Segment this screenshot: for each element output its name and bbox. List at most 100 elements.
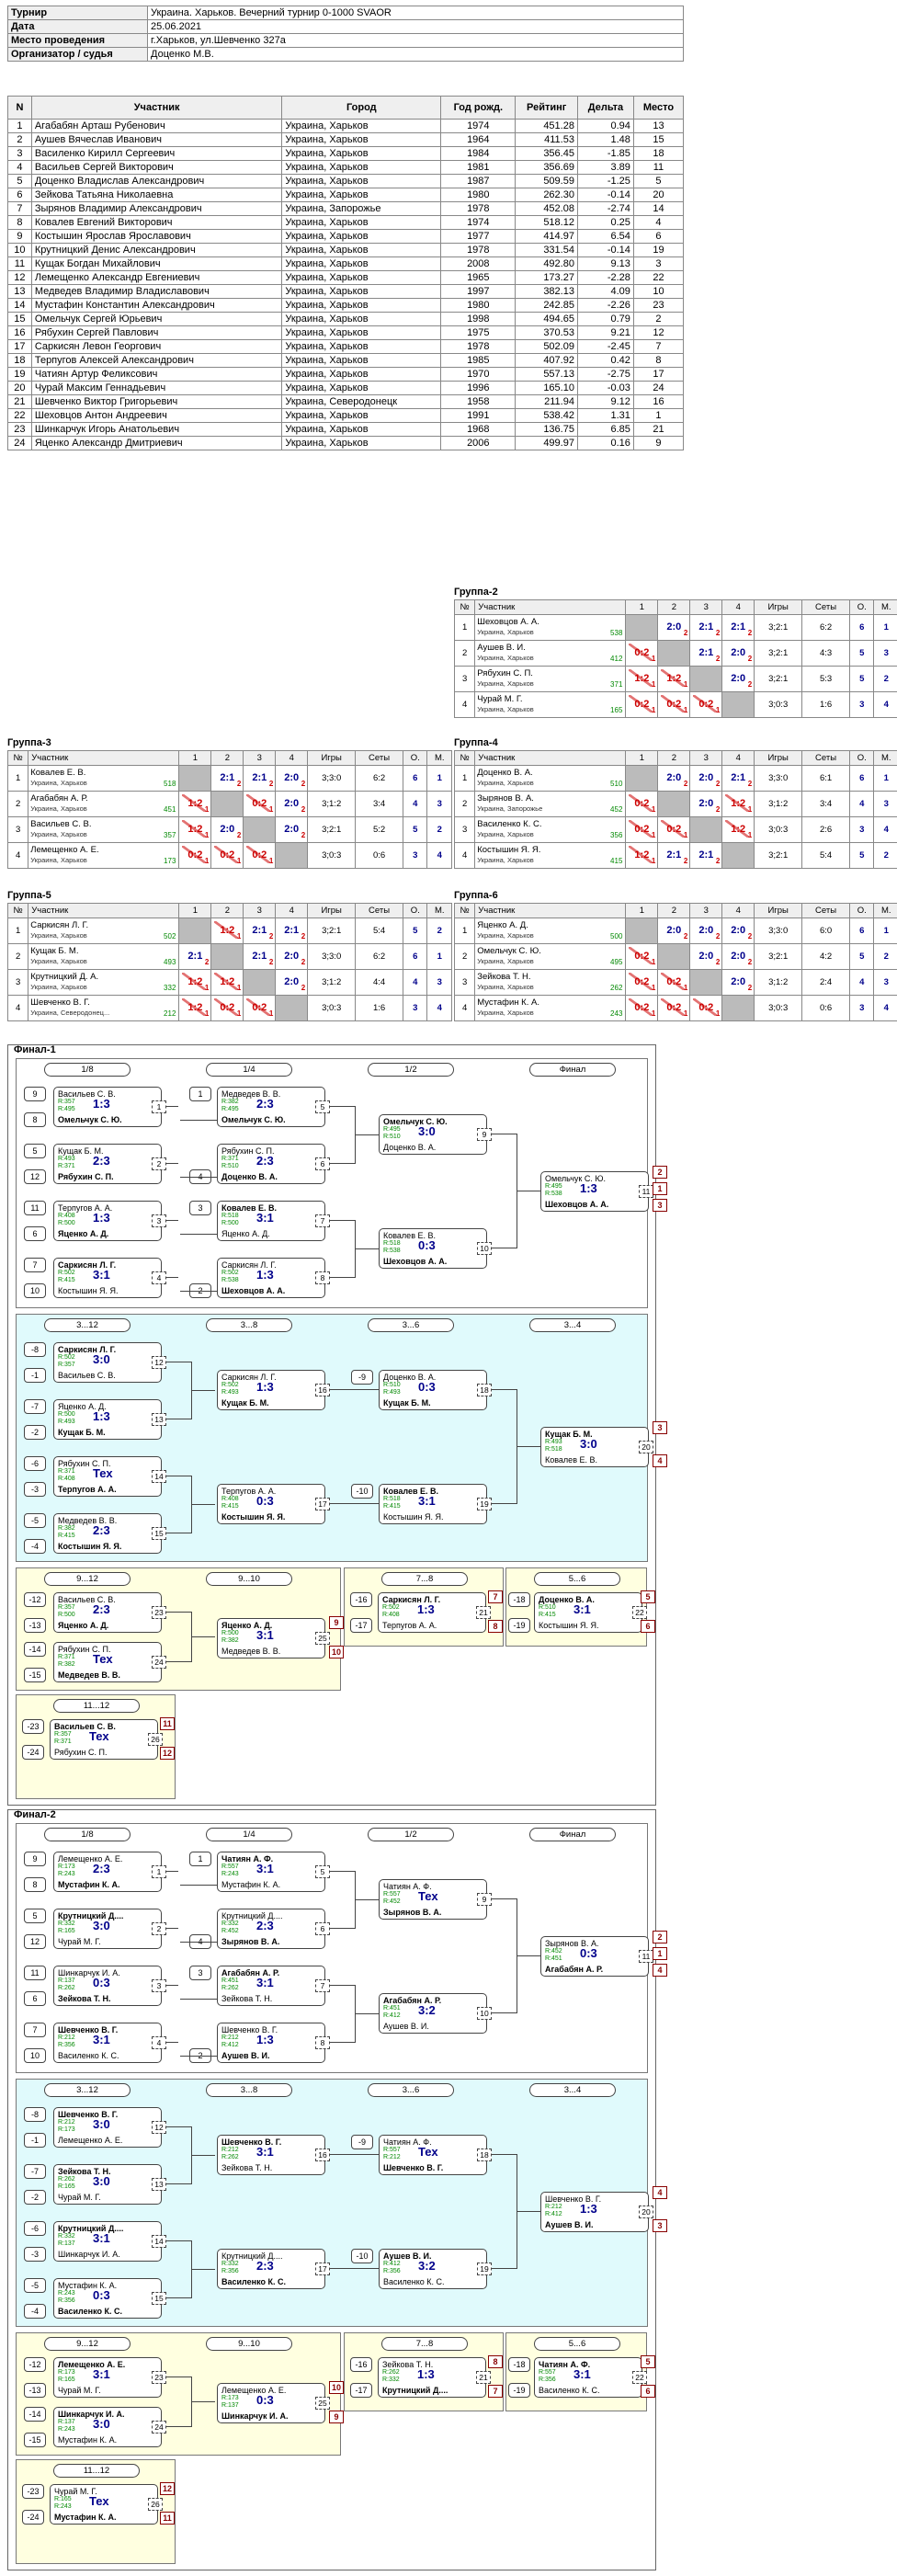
group-points: 1 [236, 984, 242, 992]
seed-box: 3 [189, 1201, 211, 1215]
match-score: 0:3 [93, 2288, 110, 2302]
group-result-cell: 1:21 [178, 791, 212, 817]
group-player-name: Кущак Б. М. [30, 946, 79, 956]
group-points: 1 [204, 1009, 210, 1018]
match-score: 3:0 [93, 1919, 110, 1932]
player-cell: Рябухин Сергей Павлович [30, 325, 283, 340]
group-result-cell: 2:0 2 [275, 943, 309, 970]
player-cell: 1965 [440, 270, 517, 285]
match-box: Чурай М. Г. R:165 R:243 Тех Мустафин К. А. 26 [50, 2484, 163, 2525]
player-cell: 2 [7, 132, 32, 147]
player-cell: 1968 [440, 422, 517, 437]
bracket-line [491, 2154, 517, 2155]
match-number: 2 [152, 1157, 166, 1170]
group-points: 1 [651, 958, 656, 966]
match-rating-b: R:415 [539, 1612, 556, 1618]
group-table: № Участник 1 2 3 4 Игры Сеты О. М. 1 Доценко В. А. У… [453, 750, 897, 869]
match-player-b: Мустафин К. А. [58, 2435, 118, 2445]
match-box: Агабабян А. Р. R:451 R:412 3:2 Аушев В. И. 10 [379, 1993, 492, 2034]
group-games: 3;3:0 [754, 765, 803, 792]
group-result-cell: 2:0 2 [689, 943, 723, 970]
loss-slash [246, 846, 271, 863]
match-rating-a: R:212 [221, 2035, 239, 2041]
match-rating-a: R:557 [539, 2369, 556, 2376]
match-box: Доценко В. А. R:510 R:415 3:1 Костышин Я. Я.… [534, 1592, 647, 1633]
group-place: 4 [873, 691, 897, 718]
bracket-line [491, 2268, 517, 2269]
group-header: 1 [178, 750, 212, 766]
group-player-city: Украина, Харьков [30, 830, 87, 838]
match-box: Омельчук С. Ю. R:495 R:538 1:3 Шеховцов А. А… [540, 1171, 653, 1212]
player-cell: 1998 [440, 312, 517, 326]
group-score: 2:0 [284, 951, 300, 962]
player-cell: 1958 [440, 394, 517, 409]
group-result-cell: 2:1 2 [243, 918, 277, 944]
group-row-number: 3 [6, 816, 29, 843]
player-cell: 9.21 [576, 325, 634, 340]
bracket-line [165, 2240, 191, 2241]
match-box: Ковалев Е. В. R:518 R:538 0:3 Шеховцов А. А.… [379, 1228, 492, 1269]
group-place: 2 [873, 842, 897, 869]
group-title: Группа-6 [454, 890, 498, 901]
group-header: М. [873, 599, 897, 615]
group-games: 3;1:2 [307, 791, 357, 817]
match-score: 0:3 [93, 1976, 110, 1989]
match-rating-b: R:262 [221, 2154, 239, 2160]
seed-box: -15 [24, 2433, 46, 2447]
match-rating-b: R:408 [58, 1476, 75, 1482]
group-games: 3;1:2 [307, 969, 357, 996]
bracket-zone: 7...8 Саркисян Л. Г. R:502 R:408 1:3 Терпугов… [344, 1567, 504, 1647]
group-block: Группа-2 № Участник 1 2 3 4 Игры Сеты О. М. 1 Шеховц… [453, 585, 897, 718]
loss-slash [214, 973, 239, 990]
group-block: Группа-3 № Участник 1 2 3 4 Игры Сеты О. М. 1 Ковале… [6, 735, 452, 869]
group-header: Игры [307, 903, 357, 918]
group-points: 2 [747, 958, 753, 966]
player-cell: Украина, Харьков [281, 436, 442, 450]
match-rating-b: R:518 [545, 1446, 562, 1453]
place-box: 4 [653, 2186, 667, 2199]
match-score: 2:3 [256, 1154, 274, 1168]
group-player-name: Василенко К. С. [477, 819, 542, 829]
match-rating-b: R:415 [221, 1503, 239, 1510]
bracket-line [191, 1636, 215, 1637]
match-player-b: Кущак Б. М. [221, 1398, 269, 1408]
player-cell: Украина, Харьков [281, 132, 442, 147]
match-number: 12 [152, 2121, 166, 2134]
group-score-total: 5 [848, 666, 875, 692]
match-score: 2:3 [93, 1154, 110, 1168]
group-score: 2:0 [731, 647, 746, 658]
match-player-b: Василенко К. С. [383, 2277, 445, 2286]
match-rating-b: R:332 [382, 2377, 400, 2383]
group-player-city: Украина, Харьков [30, 931, 87, 940]
group-player: Шевченко В. Г. Украина, Северодонец... 212 [28, 995, 180, 1021]
group-points: 2 [747, 932, 753, 940]
group-result-cell [178, 918, 212, 944]
player-cell: -2.45 [576, 339, 634, 354]
group-result-cell: 0:21 [243, 995, 277, 1021]
group-header: 2 [210, 750, 244, 766]
group-row: 1Саркисян Л. Г.Украина, Харьков5021:212:… [6, 918, 452, 944]
bracket-line [180, 1177, 217, 1178]
group-place: 1 [426, 765, 452, 792]
group-sets: 3:4 [801, 791, 850, 817]
seed-box: -15 [24, 1668, 46, 1682]
match-score: 0:3 [418, 1238, 436, 1252]
match-number: 6 [315, 1922, 330, 1935]
seed-box: -3 [24, 2247, 46, 2262]
match-player-b: Василенко К. С. [58, 2307, 122, 2316]
group-result-cell: 1:21 [178, 995, 212, 1021]
match-rating-a: R:408 [221, 1496, 239, 1502]
group-player-rating: 412 [610, 655, 623, 663]
match-number: 18 [477, 2149, 492, 2161]
group-points: 2 [715, 805, 721, 814]
group-row-number: 2 [453, 640, 476, 667]
place-box: 4 [653, 1964, 667, 1977]
loss-slash [661, 973, 686, 990]
player-cell: Украина, Харьков [281, 367, 442, 382]
group-score: 2:0 [698, 772, 714, 783]
player-cell: Терпугов Алексей Александрович [30, 353, 283, 368]
match-score: 1:3 [93, 1409, 110, 1423]
group-player-name: Зырянов В. А. [477, 793, 534, 804]
player-cell: 3.89 [576, 160, 634, 175]
group-score: 2:0 [731, 673, 746, 684]
